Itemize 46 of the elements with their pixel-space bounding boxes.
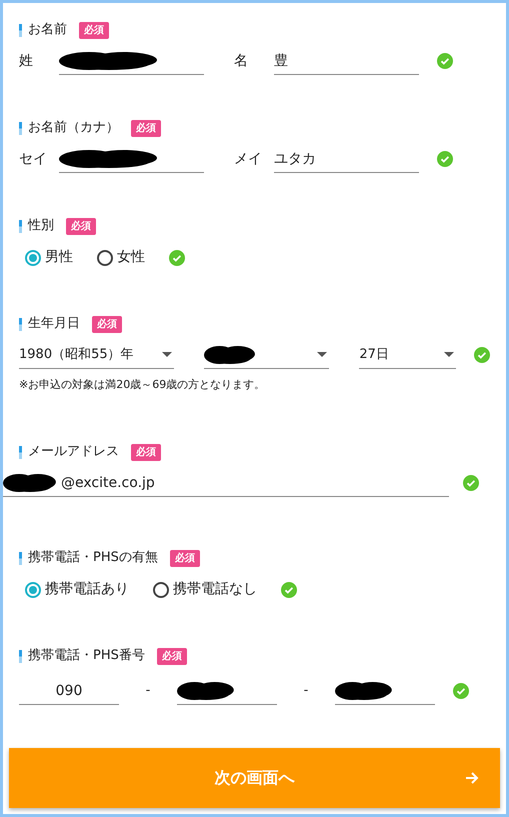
- section-marker: [19, 122, 22, 134]
- section-marker: [19, 318, 22, 330]
- arrow-icon: [464, 770, 480, 786]
- required-badge: 必須: [66, 218, 96, 234]
- note-text: ※お申込の対象は満20歳～69歳の方となります。: [19, 377, 266, 393]
- input-field[interactable]: 090: [19, 677, 119, 705]
- separator-text: -: [144, 682, 152, 700]
- radio-option[interactable]: 男性: [25, 247, 73, 268]
- field-label: 名: [234, 52, 249, 70]
- required-badge: 必須: [131, 120, 161, 136]
- section-title: お名前（カナ）: [28, 119, 119, 138]
- field-label: 姓: [19, 52, 34, 70]
- dropdown[interactable]: 27日: [359, 341, 456, 369]
- input-field[interactable]: ユタカ: [274, 145, 419, 173]
- field-label: セイ: [19, 150, 48, 168]
- section-title: 性別: [28, 217, 54, 236]
- section-marker: [19, 220, 22, 232]
- radio-button[interactable]: [25, 582, 41, 598]
- section-marker: [19, 446, 22, 458]
- section-marker: [19, 24, 22, 36]
- required-badge: 必須: [79, 22, 109, 38]
- radio-button[interactable]: [25, 250, 41, 266]
- section-marker: [19, 650, 22, 662]
- required-badge: 必須: [170, 550, 200, 566]
- radio-option[interactable]: 携帯電話なし: [153, 579, 257, 600]
- section-title: 携帯電話・PHS番号: [28, 647, 145, 666]
- radio-option[interactable]: 携帯電話あり: [25, 579, 129, 600]
- input-field[interactable]: @excite.co.jp: [3, 469, 449, 497]
- section-title: メールアドレス: [28, 443, 119, 462]
- section-title: 生年月日: [28, 315, 80, 334]
- section-title: 携帯電話・PHSの有無: [28, 549, 158, 568]
- required-badge: 必須: [156, 648, 187, 664]
- input-field[interactable]: 豊: [274, 47, 419, 75]
- radio-button[interactable]: [153, 582, 169, 598]
- section-marker: [19, 552, 22, 564]
- dropdown[interactable]: 1980（昭和55）年: [19, 341, 174, 369]
- radio-option[interactable]: 女性: [97, 247, 145, 268]
- field-label: メイ: [234, 150, 263, 168]
- separator-text: -: [302, 682, 310, 700]
- radio-button[interactable]: [97, 250, 113, 266]
- caret-icon: [444, 352, 454, 357]
- caret-icon: [162, 352, 172, 357]
- required-badge: 必須: [92, 316, 122, 332]
- caret-icon: [317, 352, 328, 357]
- required-badge: 必須: [131, 444, 161, 460]
- section-title: お名前: [28, 21, 67, 40]
